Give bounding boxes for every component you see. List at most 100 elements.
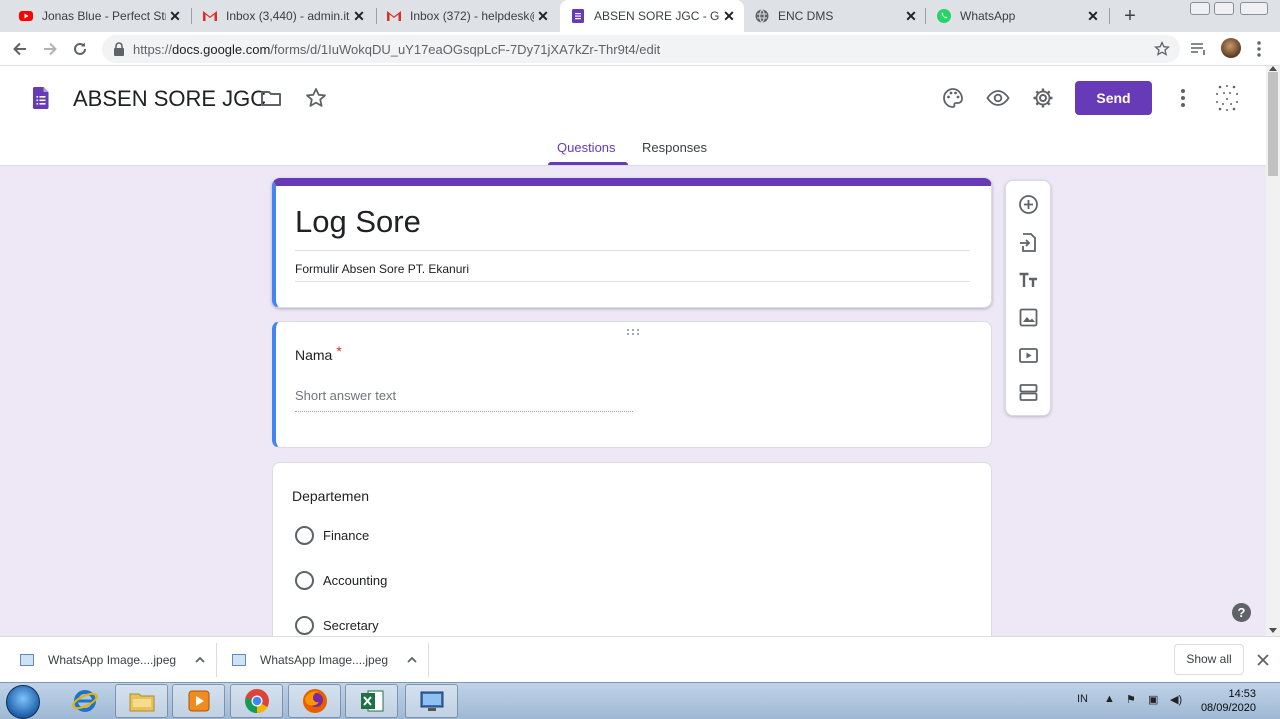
option-label: Finance: [323, 528, 370, 543]
close-tab-icon[interactable]: ✕: [350, 7, 368, 25]
option-label: Secretary: [323, 618, 379, 633]
add-section-icon[interactable]: [1018, 382, 1039, 403]
lock-icon[interactable]: [113, 42, 125, 56]
excel-icon[interactable]: [345, 684, 398, 718]
tab-whatsapp[interactable]: WhatsApp ✕: [926, 0, 1108, 32]
form-title-card[interactable]: Log Sore Formulir Absen Sore PT. Ekanuri: [272, 178, 992, 308]
account-avatar-icon[interactable]: [1214, 84, 1240, 112]
required-asterisk: *: [336, 343, 342, 359]
add-question-icon[interactable]: [1018, 194, 1039, 215]
chevron-up-icon[interactable]: [194, 654, 206, 666]
question-card-departemen[interactable]: Departemen Finance Accounting Secretary: [272, 462, 992, 636]
help-icon[interactable]: ?: [1232, 603, 1251, 622]
tab-gmail-helpdesk[interactable]: Inbox (372) - helpdesk@ ✕: [368, 0, 558, 32]
close-tab-icon[interactable]: ✕: [720, 7, 738, 25]
minimize-button[interactable]: [1190, 2, 1210, 15]
download-item[interactable]: WhatsApp Image....jpeg: [232, 637, 418, 683]
tab-title: Inbox (372) - helpdesk@: [410, 9, 534, 23]
radio-option[interactable]: Finance: [295, 526, 369, 545]
drag-handle-icon[interactable]: [626, 328, 640, 336]
tab-title: WhatsApp: [960, 9, 1016, 23]
tab-title: Inbox (3,440) - admin.it@: [226, 9, 350, 23]
palette-icon[interactable]: [941, 86, 965, 110]
clock[interactable]: 14:53 08/09/2020: [1196, 687, 1256, 715]
tab-gmail-admin[interactable]: Inbox (3,440) - admin.it@ ✕: [184, 0, 374, 32]
chrome-icon[interactable]: [230, 684, 283, 718]
chevron-up-icon[interactable]: [406, 654, 418, 666]
back-icon[interactable]: [10, 39, 30, 59]
question-card-nama[interactable]: Nama * Short answer text: [272, 321, 992, 448]
file-explorer-icon[interactable]: [115, 684, 168, 718]
question-title: Nama *: [295, 343, 342, 363]
add-title-icon[interactable]: [1018, 270, 1039, 291]
download-item[interactable]: WhatsApp Image....jpeg: [20, 637, 206, 683]
browser-menu-icon[interactable]: [1254, 40, 1264, 58]
add-image-icon[interactable]: [1018, 307, 1039, 328]
active-tab-indicator: [548, 162, 628, 165]
scrollbar-thumb[interactable]: [1268, 72, 1278, 176]
tab-google-forms[interactable]: ABSEN SORE JGC - Goog ✕: [560, 0, 744, 32]
tab-title: Jonas Blue - Perfect Stran: [42, 9, 166, 23]
preview-eye-icon[interactable]: [986, 86, 1010, 110]
form-title[interactable]: Log Sore: [295, 204, 421, 240]
forward-icon[interactable]: [40, 39, 60, 59]
floating-toolbar: [1005, 180, 1051, 416]
close-tab-icon[interactable]: ✕: [902, 7, 920, 25]
globe-icon: [755, 9, 769, 23]
tab-title: ENC DMS: [778, 9, 834, 23]
new-tab-button[interactable]: +: [1120, 6, 1140, 26]
download-filename: WhatsApp Image....jpeg: [260, 653, 389, 667]
page-scrollbar[interactable]: [1266, 66, 1280, 636]
window-close-button[interactable]: [1240, 2, 1268, 15]
close-tab-icon[interactable]: ✕: [534, 7, 552, 25]
radio-option[interactable]: Secretary: [295, 616, 379, 635]
document-title[interactable]: ABSEN SORE JGC: [73, 86, 266, 112]
media-control-icon[interactable]: [1190, 41, 1208, 57]
language-indicator[interactable]: IN: [1077, 693, 1088, 705]
form-description[interactable]: Formulir Absen Sore PT. Ekanuri: [295, 262, 469, 276]
network-icon[interactable]: ▣: [1148, 693, 1158, 706]
remote-desktop-icon[interactable]: [405, 684, 458, 718]
add-video-icon[interactable]: [1018, 345, 1039, 366]
tab-enc-dms[interactable]: ENC DMS ✕: [744, 0, 926, 32]
action-center-flag-icon[interactable]: ⚑: [1126, 693, 1136, 706]
firefox-icon[interactable]: [288, 684, 341, 718]
bookmark-star-icon[interactable]: [1154, 41, 1170, 57]
settings-gear-icon[interactable]: [1031, 86, 1055, 110]
start-button[interactable]: [6, 685, 40, 719]
radio-button[interactable]: [295, 526, 314, 545]
restore-button[interactable]: [1214, 2, 1234, 15]
tab-title: ABSEN SORE JGC - Goog: [594, 9, 720, 23]
gmail-icon: [203, 11, 217, 21]
show-all-button[interactable]: Show all: [1174, 644, 1244, 675]
radio-button[interactable]: [295, 616, 314, 635]
send-button[interactable]: Send: [1075, 81, 1152, 115]
more-options-icon[interactable]: [1171, 86, 1195, 110]
tab-youtube[interactable]: Jonas Blue - Perfect Stran ✕: [0, 0, 190, 32]
scroll-down-arrow[interactable]: [1269, 628, 1277, 633]
star-icon[interactable]: [304, 86, 328, 110]
radio-button[interactable]: [295, 571, 314, 590]
volume-icon[interactable]: ◀): [1170, 693, 1182, 706]
tray-expand-icon[interactable]: ▲: [1104, 693, 1115, 705]
internet-explorer-icon[interactable]: [58, 684, 111, 718]
reload-icon[interactable]: [70, 39, 90, 59]
close-tab-icon[interactable]: ✕: [1084, 7, 1102, 25]
image-file-icon: [20, 654, 34, 666]
profile-avatar[interactable]: [1221, 38, 1241, 58]
google-forms-icon: [572, 9, 584, 23]
question-title: Departemen: [292, 488, 370, 504]
import-questions-icon[interactable]: [1018, 232, 1039, 253]
media-player-icon[interactable]: [172, 684, 225, 718]
folder-icon[interactable]: [259, 86, 283, 110]
tab-responses[interactable]: Responses: [642, 140, 707, 155]
radio-option[interactable]: Accounting: [295, 571, 387, 590]
close-tab-icon[interactable]: ✕: [166, 7, 184, 25]
google-forms-logo-icon[interactable]: [33, 87, 49, 109]
close-icon[interactable]: [1254, 651, 1272, 669]
scroll-up-arrow[interactable]: [1269, 66, 1277, 71]
tab-questions[interactable]: Questions: [557, 140, 616, 155]
download-bar: WhatsApp Image....jpeg WhatsApp Image...…: [0, 636, 1280, 682]
address-bar[interactable]: https://docs.google.com/forms/d/1IuWokqD…: [102, 35, 1180, 63]
browser-toolbar: https://docs.google.com/forms/d/1IuWokqD…: [0, 32, 1280, 66]
